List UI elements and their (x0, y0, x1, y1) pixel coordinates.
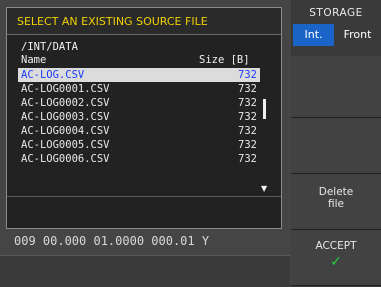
file-size: 732 (238, 111, 257, 123)
file-row[interactable]: AC-LOG0001.CSV 732 (18, 82, 260, 96)
column-header-name: Name (21, 54, 47, 66)
scrollbar-thumb[interactable] (263, 99, 266, 119)
file-size: 732 (238, 97, 257, 109)
instrument-screen: p 009 00.000 01.0000 000.01 Y SELECT AN … (0, 0, 381, 287)
delete-file-line2: file (328, 198, 344, 210)
accept-label: ACCEPT (315, 240, 357, 252)
storage-toggle[interactable]: Int. Front (293, 24, 379, 46)
file-name: AC-LOG0006.CSV (21, 153, 110, 165)
storage-internal-option[interactable]: Int. (293, 24, 334, 46)
file-name: AC-LOG0003.CSV (21, 111, 110, 123)
file-row[interactable]: AC-LOG0003.CSV 732 (18, 110, 260, 124)
delete-file-line1: Delete (318, 186, 354, 198)
file-row[interactable]: AC-LOG0002.CSV 732 (18, 96, 260, 110)
column-header-size: Size [B] (199, 54, 250, 66)
file-row-selected[interactable]: AC-LOG.CSV 732 (18, 68, 260, 82)
file-select-dialog: SELECT AN EXISTING SOURCE FILE /INT/DATA… (6, 7, 282, 229)
file-name: AC-LOG.CSV (21, 69, 85, 81)
delete-file-button[interactable]: Delete file (291, 174, 381, 230)
checkmark-icon: ✓ (330, 254, 342, 270)
scroll-down-arrow-icon[interactable]: ▼ (261, 184, 267, 193)
file-row[interactable]: AC-LOG0006.CSV 732 (18, 152, 260, 166)
file-name: AC-LOG0005.CSV (21, 139, 110, 151)
file-size: 732 (238, 125, 257, 137)
file-name: AC-LOG0002.CSV (21, 97, 110, 109)
file-name: AC-LOG0001.CSV (21, 83, 110, 95)
storage-title: STORAGE (291, 0, 381, 26)
file-size: 732 (238, 153, 257, 165)
dialog-title: SELECT AN EXISTING SOURCE FILE (7, 8, 281, 35)
storage-front-option[interactable]: Front (336, 24, 379, 46)
accept-button[interactable]: ACCEPT ✓ (291, 230, 381, 286)
background-bottom-bar (0, 255, 290, 287)
file-size: 732 (238, 69, 257, 81)
softkey-empty-2[interactable] (291, 56, 381, 118)
file-row[interactable]: AC-LOG0004.CSV 732 (18, 124, 260, 138)
file-name: AC-LOG0004.CSV (21, 125, 110, 137)
file-list: AC-LOG.CSV 732 AC-LOG0001.CSV 732 AC-LOG… (18, 68, 260, 166)
current-path: /INT/DATA (21, 41, 78, 53)
file-row[interactable]: AC-LOG0005.CSV 732 (18, 138, 260, 152)
dialog-footer (7, 196, 281, 229)
softkey-empty-3[interactable] (291, 118, 381, 174)
background-data-row: 009 00.000 01.0000 000.01 Y (14, 234, 210, 248)
file-size: 732 (238, 83, 257, 95)
file-size: 732 (238, 139, 257, 151)
